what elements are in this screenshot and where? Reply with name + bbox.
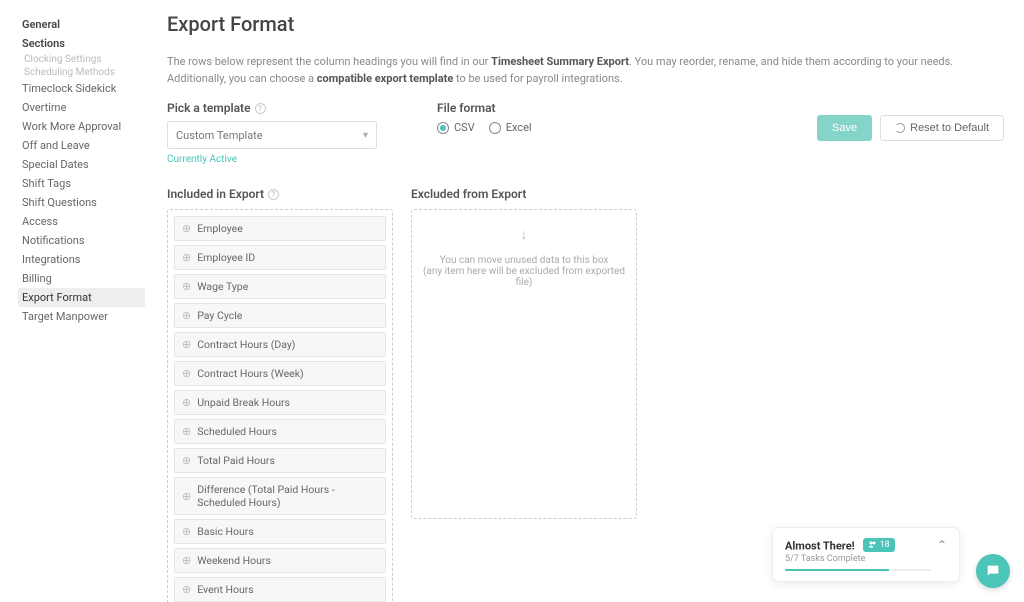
- field-label: Weekend Hours: [197, 554, 271, 567]
- included-field-item[interactable]: ⊕ Unpaid Break Hours: [174, 390, 386, 415]
- drag-handle-icon: ⊕: [182, 223, 191, 234]
- sidebar-item-access[interactable]: Access: [22, 212, 145, 231]
- sidebar-item-sections[interactable]: Sections: [22, 34, 145, 53]
- excluded-dropzone[interactable]: ↓ You can move unused data to this box (…: [411, 209, 637, 519]
- intro-text: The rows below represent the column head…: [167, 54, 1004, 87]
- included-field-item[interactable]: ⊕ Scheduled Hours: [174, 419, 386, 444]
- included-list[interactable]: ⊕ Employee ⊕ Employee ID ⊕ Wage Type ⊕ Pay Cycl…: [167, 209, 393, 602]
- field-label: Employee: [197, 222, 243, 235]
- drag-handle-icon: ⊕: [182, 526, 191, 537]
- chevron-down-icon: ▾: [363, 130, 368, 141]
- template-picker-section: Pick a template ? Custom Template ▾ Curr…: [167, 101, 377, 165]
- drag-handle-icon: ⊕: [182, 584, 191, 595]
- main-content: Export Format The rows below represent t…: [145, 0, 1024, 602]
- included-field-item[interactable]: ⊕ Employee ID: [174, 245, 386, 270]
- sidebar-item-work-more-approval[interactable]: Work More Approval: [22, 117, 145, 136]
- excluded-column: Excluded from Export ↓ You can move unus…: [411, 187, 637, 602]
- drag-handle-icon: ⊕: [182, 281, 191, 292]
- file-format-radio-excel[interactable]: Excel: [489, 121, 532, 134]
- chat-launcher[interactable]: [976, 554, 1010, 588]
- field-label: Contract Hours (Day): [197, 338, 295, 351]
- reset-to-default-button[interactable]: Reset to Default: [880, 115, 1004, 141]
- page-title: Export Format: [167, 12, 1004, 36]
- sidebar-item-billing[interactable]: Billing: [22, 269, 145, 288]
- included-field-item[interactable]: ⊕ Total Paid Hours: [174, 448, 386, 473]
- field-label: Unpaid Break Hours: [197, 396, 290, 409]
- included-field-item[interactable]: ⊕ Weekend Hours: [174, 548, 386, 573]
- included-field-item[interactable]: ⊕ Contract Hours (Week): [174, 361, 386, 386]
- field-label: Basic Hours: [197, 525, 254, 538]
- sidebar-item-shift-questions[interactable]: Shift Questions: [22, 193, 145, 212]
- drag-handle-icon: ⊕: [182, 368, 191, 379]
- field-label: Difference (Total Paid Hours - Scheduled…: [197, 483, 378, 509]
- field-label: Event Hours: [197, 583, 254, 596]
- drag-handle-icon: ⊕: [182, 310, 191, 321]
- down-arrow-icon: ↓: [418, 226, 630, 243]
- excluded-title: Excluded from Export: [411, 187, 526, 201]
- drag-handle-icon: ⊕: [182, 455, 191, 466]
- save-button[interactable]: Save: [817, 115, 872, 141]
- sidebar-item-notifications[interactable]: Notifications: [22, 231, 145, 250]
- included-field-item[interactable]: ⊕ Contract Hours (Day): [174, 332, 386, 357]
- users-icon: [868, 540, 877, 549]
- field-label: Contract Hours (Week): [197, 367, 303, 380]
- file-format-section: File format CSV Excel: [437, 101, 532, 134]
- reset-icon: [895, 123, 905, 133]
- field-label: Wage Type: [197, 280, 248, 293]
- file-format-label: File format: [437, 101, 532, 115]
- chat-icon: [985, 563, 1001, 579]
- drag-handle-icon: ⊕: [182, 252, 191, 263]
- included-field-item[interactable]: ⊕ Basic Hours: [174, 519, 386, 544]
- drag-handle-icon: ⊕: [182, 397, 191, 408]
- field-label: Scheduled Hours: [197, 425, 277, 438]
- sidebar-item-target-manpower[interactable]: Target Manpower: [22, 307, 145, 326]
- sidebar-item-export-format[interactable]: Export Format: [18, 288, 145, 307]
- field-label: Employee ID: [197, 251, 255, 264]
- sidebar-item-shift-tags[interactable]: Shift Tags: [22, 174, 145, 193]
- drag-handle-icon: ⊕: [182, 426, 191, 437]
- sidebar-item-integrations[interactable]: Integrations: [22, 250, 145, 269]
- toast-progress: [785, 569, 931, 571]
- file-format-radio-csv[interactable]: CSV: [437, 121, 475, 134]
- currently-active-link[interactable]: Currently Active: [167, 154, 237, 165]
- sidebar-item-special-dates[interactable]: Special Dates: [22, 155, 145, 174]
- sidebar-item-timeclock-sidekick[interactable]: Timeclock Sidekick: [22, 79, 145, 98]
- sidebar-item-off-and-leave[interactable]: Off and Leave: [22, 136, 145, 155]
- drag-handle-icon: ⊕: [182, 339, 191, 350]
- tasks-toast[interactable]: Almost There! 18 5/7 Tasks Complete ⌃: [772, 527, 960, 583]
- template-select[interactable]: Custom Template ▾: [167, 121, 377, 149]
- drag-handle-icon: ⊕: [182, 491, 191, 502]
- included-field-item[interactable]: ⊕ Wage Type: [174, 274, 386, 299]
- included-title: Included in Export: [167, 187, 264, 201]
- included-column: Included in Export ? ⊕ Employee ⊕ Employee …: [167, 187, 393, 602]
- chevron-up-icon[interactable]: ⌃: [931, 538, 947, 552]
- toast-title: Almost There!: [785, 539, 855, 552]
- included-field-item[interactable]: ⊕ Employee: [174, 216, 386, 241]
- radio-icon: [489, 122, 501, 134]
- sidebar-item-clocking-settings[interactable]: Clocking Settings: [22, 53, 145, 66]
- included-field-item[interactable]: ⊕ Pay Cycle: [174, 303, 386, 328]
- included-field-item[interactable]: ⊕ Event Hours: [174, 577, 386, 602]
- sidebar-item-scheduling-methods[interactable]: Scheduling Methods: [22, 66, 145, 79]
- help-icon[interactable]: ?: [268, 189, 279, 200]
- help-icon[interactable]: ?: [255, 103, 266, 114]
- settings-sidebar: GeneralSectionsClocking SettingsScheduli…: [0, 0, 145, 602]
- toast-subtitle: 5/7 Tasks Complete: [785, 554, 931, 564]
- included-field-item[interactable]: ⊕ Difference (Total Paid Hours - Schedule…: [174, 477, 386, 515]
- sidebar-item-general[interactable]: General: [22, 15, 145, 34]
- field-label: Total Paid Hours: [197, 454, 275, 467]
- radio-icon: [437, 122, 449, 134]
- sidebar-item-overtime[interactable]: Overtime: [22, 98, 145, 117]
- drag-handle-icon: ⊕: [182, 555, 191, 566]
- template-label: Pick a template ?: [167, 101, 377, 115]
- toast-badge: 18: [863, 538, 895, 552]
- field-label: Pay Cycle: [197, 309, 242, 322]
